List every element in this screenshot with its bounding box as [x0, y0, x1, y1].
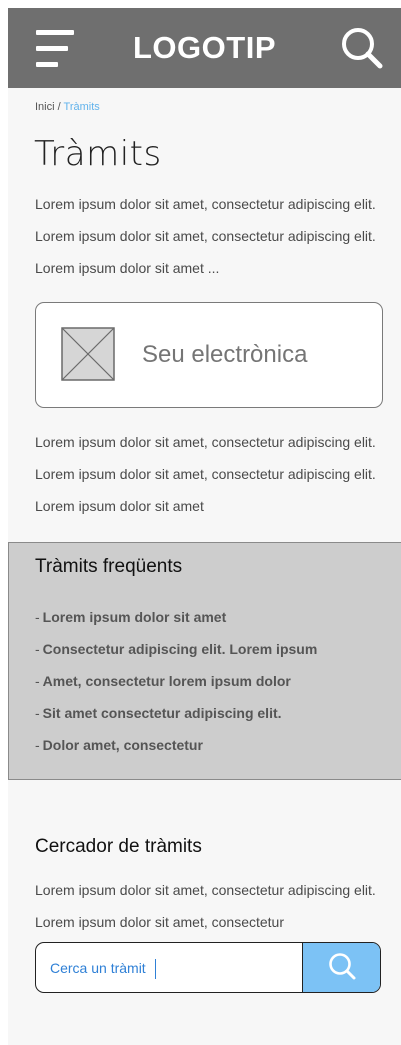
frequent-procedure-link[interactable]: - Sit amet consectetur adipiscing elit. [35, 697, 317, 729]
procedure-search-input[interactable] [36, 943, 304, 992]
list-dash: - [35, 705, 40, 721]
top-bar: LOGOTIP [8, 8, 401, 88]
list-dash: - [35, 609, 40, 625]
mobile-screen: LOGOTIP Inici / Tràmits Tràmits Lorem ip… [8, 8, 401, 1045]
frequent-procedure-label: Lorem ipsum dolor sit amet [42, 609, 227, 625]
text-caret [155, 959, 156, 979]
list-dash: - [35, 673, 40, 689]
description-text: Lorem ipsum dolor sit amet, consectetur … [35, 434, 376, 514]
frequent-procedure-link[interactable]: - Lorem ipsum dolor sit amet [35, 601, 317, 633]
list-dash: - [35, 737, 40, 753]
frequent-procedure-link[interactable]: - Amet, consectetur lorem ipsum dolor [35, 665, 317, 697]
page: LOGOTIP Inici / Tràmits Tràmits Lorem ip… [0, 0, 401, 1045]
search-icon [328, 953, 355, 980]
seu-electronica-label: Seu electrònica [142, 341, 308, 368]
frequent-procedure-label: Amet, consectetur lorem ipsum dolor [42, 673, 291, 689]
search-description: Lorem ipsum dolor sit amet, consectetur … [35, 882, 376, 930]
breadcrumb: Inici / Tràmits [35, 101, 100, 113]
breadcrumb-home[interactable]: Inici [35, 101, 55, 113]
seu-electronica-button[interactable]: Seu electrònica [35, 302, 383, 408]
frequent-procedures-title: Tràmits freqüents [35, 556, 183, 577]
image-placeholder-icon [61, 327, 115, 381]
breadcrumb-separator: / [54, 101, 64, 113]
frequent-procedure-link[interactable]: - Dolor amet, consectetur [35, 729, 317, 761]
frequent-procedure-link[interactable]: - Consectetur adipiscing elit. Lorem ipsu… [35, 633, 317, 665]
breadcrumb-current[interactable]: Tràmits [64, 101, 100, 113]
intro-text: Lorem ipsum dolor sit amet, consectetur … [35, 196, 376, 276]
frequent-procedure-label: Dolor amet, consectetur [42, 737, 203, 753]
search-icon-graphic [342, 28, 383, 69]
search-submit-button[interactable] [302, 943, 380, 992]
list-dash: - [35, 641, 40, 657]
frequent-procedures-panel: Tràmits freqüents - Lorem ipsum dolor sit… [8, 542, 401, 780]
search-section-title: Cercador de tràmits [35, 836, 202, 857]
search-icon[interactable] [340, 26, 384, 70]
procedure-search-form [35, 942, 381, 993]
frequent-procedure-label: Sit amet consectetur adipiscing elit. [42, 705, 282, 721]
frequent-procedures-list: - Lorem ipsum dolor sit amet - Consectetur… [35, 601, 317, 761]
frequent-procedure-label: Consectetur adipiscing elit. Lorem ipsum [42, 641, 318, 657]
page-title: Tràmits [34, 134, 162, 174]
